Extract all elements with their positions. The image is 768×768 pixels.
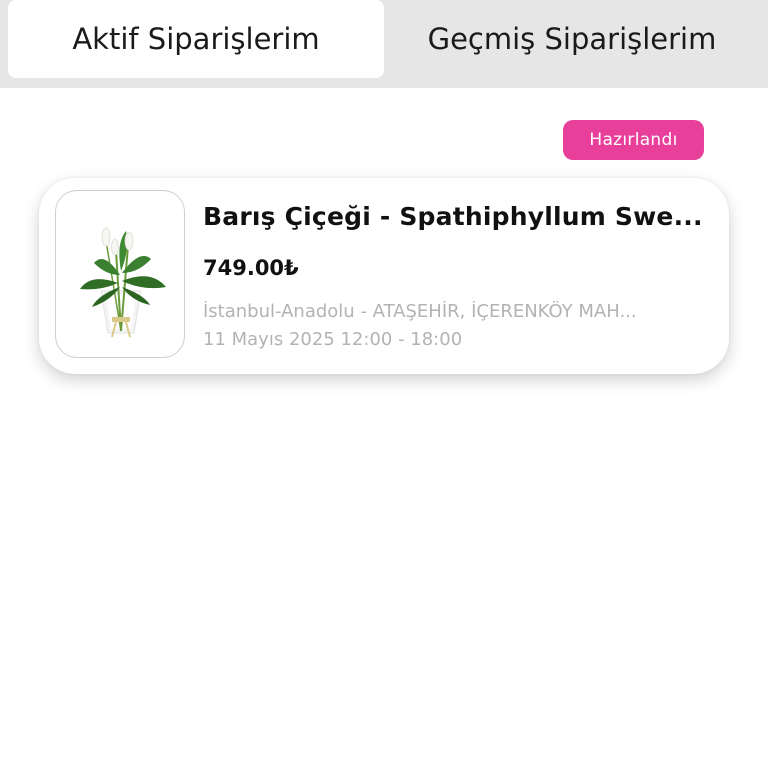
product-image xyxy=(55,190,185,358)
product-name: Barış Çiçeği - Spathiphyllum Swe... xyxy=(203,202,703,231)
tab-active-orders[interactable]: Aktif Siparişlerim xyxy=(8,0,384,78)
tab-past-orders[interactable]: Geçmiş Siparişlerim xyxy=(384,0,760,78)
order-tabs: Aktif Siparişlerim Geçmiş Siparişlerim xyxy=(0,0,768,88)
status-badge: Hazırlandı xyxy=(563,120,704,160)
order-card[interactable]: Barış Çiçeği - Spathiphyllum Swe... 749.… xyxy=(39,178,729,374)
delivery-address: İstanbul-Anadolu - ATAŞEHİR, İÇERENKÖY M… xyxy=(203,301,637,322)
peace-lily-plant-icon xyxy=(80,227,166,338)
order-price: 749.00₺ xyxy=(203,256,299,280)
delivery-time: 11 Mayıs 2025 12:00 - 18:00 xyxy=(203,329,463,350)
